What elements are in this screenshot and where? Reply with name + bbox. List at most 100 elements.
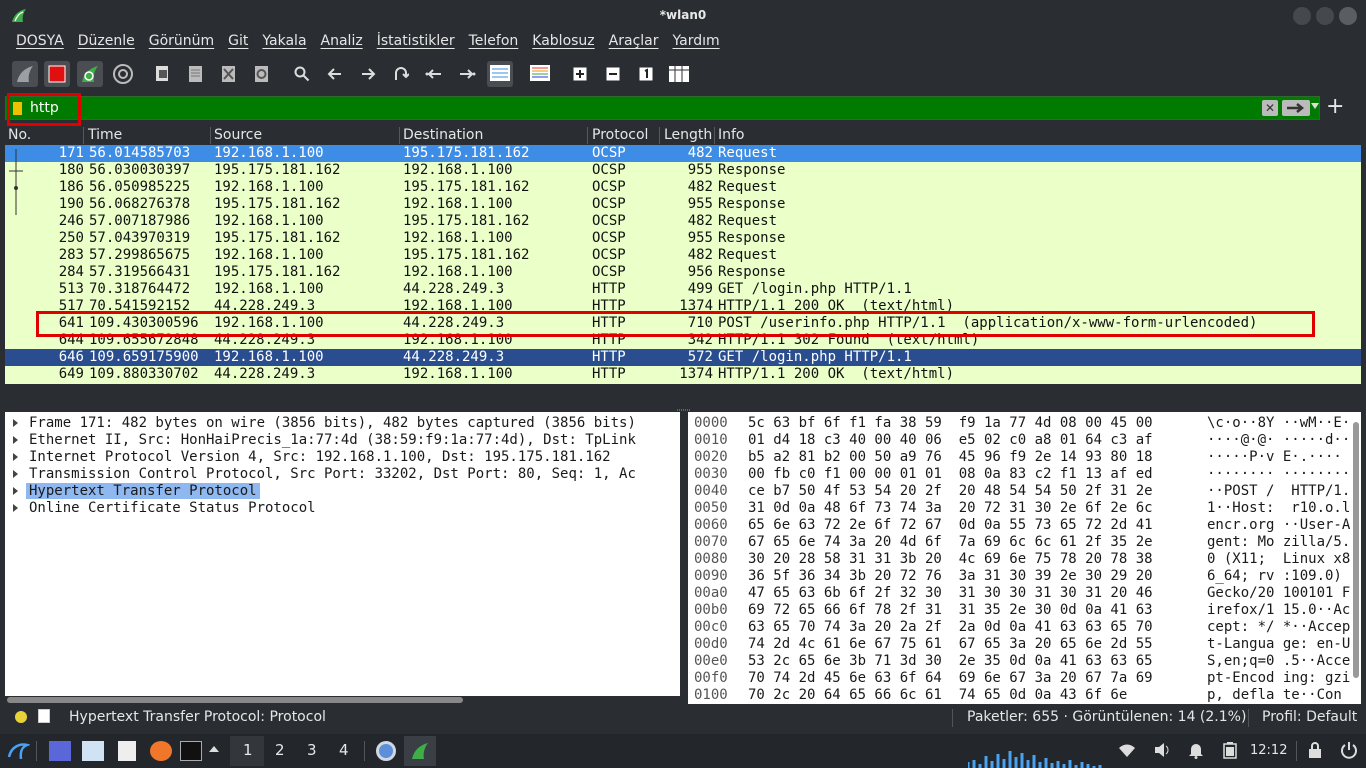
- bytes-hex[interactable]: 36 5f 36 34 3b 20 72 76 3a 31 30 39 2e 3…: [748, 568, 1153, 584]
- restart-capture-button[interactable]: [77, 61, 103, 87]
- bytes-asc[interactable]: pt-Encod ing: gzi: [1207, 670, 1350, 686]
- bytes-asc[interactable]: ··POST / HTTP/1.: [1207, 483, 1350, 499]
- power-icon[interactable]: [1340, 741, 1358, 761]
- clock[interactable]: 12:12: [1250, 743, 1287, 758]
- detail-tree-item[interactable]: Online Certificate Status Protocol: [5, 500, 680, 517]
- bytes-asc[interactable]: ········ ········: [1207, 466, 1350, 482]
- packet-row[interactable]: 180 56.030030397 195.175.181.162 192.168.1.…: [5, 162, 1361, 179]
- kali-menu-icon[interactable]: [6, 739, 30, 759]
- expand-arrow-icon[interactable]: [13, 453, 18, 461]
- bytes-asc[interactable]: t-Langua ge: en-U: [1207, 636, 1350, 652]
- column-header-time[interactable]: Time: [88, 127, 122, 143]
- bytes-hex[interactable]: 74 2d 4c 61 6e 67 75 61 67 65 3a 20 65 6…: [748, 636, 1153, 652]
- display-filter-input[interactable]: [30, 98, 830, 118]
- bytes-hex[interactable]: 00 fb c0 f1 00 00 01 01 08 0a 83 c2 f1 1…: [748, 466, 1153, 482]
- bytes-hex[interactable]: 70 2c 20 64 65 66 6c 61 74 65 0d 0a 43 6…: [748, 687, 1127, 703]
- pane-splitter[interactable]: [680, 412, 688, 704]
- lock-icon[interactable]: [1308, 741, 1322, 761]
- menu-view[interactable]: Görünüm: [142, 31, 221, 55]
- bytes-scrollbar[interactable]: [1352, 418, 1360, 688]
- go-back-button[interactable]: [322, 61, 348, 87]
- bytes-hex[interactable]: 47 65 63 6b 6f 2f 32 30 31 30 30 31 30 3…: [748, 585, 1153, 601]
- bytes-hex[interactable]: b5 a2 81 b2 00 50 a9 76 45 96 f9 2e 14 9…: [748, 449, 1153, 465]
- packet-row[interactable]: 649 109.880330702 44.228.249.3 192.168.1.10…: [5, 366, 1361, 383]
- firefox-icon[interactable]: [150, 741, 172, 761]
- bytes-asc[interactable]: gent: Mo zilla/5.: [1207, 534, 1350, 550]
- details-scrollbar[interactable]: [5, 696, 680, 704]
- open-file-button[interactable]: [150, 61, 176, 87]
- workspace-4[interactable]: 4: [339, 741, 349, 759]
- column-header-no[interactable]: No.: [8, 127, 31, 143]
- resize-columns-button[interactable]: [666, 61, 692, 87]
- text-editor-icon[interactable]: [118, 741, 136, 761]
- column-header-destination[interactable]: Destination: [403, 127, 483, 143]
- bytes-asc[interactable]: ·····P·v E·.····: [1207, 449, 1342, 465]
- column-header-length[interactable]: Length: [664, 127, 712, 143]
- apply-filter-button[interactable]: [1282, 100, 1310, 116]
- add-filter-button-icon[interactable]: +: [1326, 96, 1346, 118]
- save-file-button[interactable]: [183, 61, 209, 87]
- colorize-button[interactable]: [527, 61, 553, 87]
- packet-row[interactable]: 186 56.050985225 192.168.1.100 195.175.181.…: [5, 179, 1361, 196]
- bytes-asc[interactable]: encr.org ··User-A: [1207, 517, 1350, 533]
- capture-options-button[interactable]: [110, 61, 136, 87]
- clear-filter-icon[interactable]: ✕: [1262, 100, 1278, 116]
- stop-capture-button[interactable]: [44, 61, 70, 87]
- detail-tree-item[interactable]: Internet Protocol Version 4, Src: 192.16…: [5, 449, 680, 466]
- expand-arrow-icon[interactable]: [13, 487, 18, 495]
- file-manager-icon[interactable]: [82, 741, 104, 761]
- packet-row[interactable]: 246 57.007187986 192.168.1.100 195.175.181.…: [5, 213, 1361, 230]
- profile-label[interactable]: Profil: Default: [1262, 709, 1357, 725]
- bytes-hex[interactable]: 63 65 70 74 3a 20 2a 2f 2a 0d 0a 41 63 6…: [748, 619, 1153, 635]
- bytes-asc[interactable]: p, defla te··Con: [1207, 687, 1342, 703]
- workspace-1[interactable]: 1: [243, 741, 253, 759]
- bytes-hex[interactable]: 01 d4 18 c3 40 00 40 06 e5 02 c0 a8 01 6…: [748, 432, 1153, 448]
- expand-arrow-icon[interactable]: [13, 504, 18, 512]
- menu-telephony[interactable]: Telefon: [462, 31, 526, 55]
- detail-tree-item[interactable]: Frame 171: 482 bytes on wire (3856 bits)…: [5, 415, 680, 432]
- menu-edit[interactable]: Düzenle: [71, 31, 142, 55]
- packet-row[interactable]: 641 109.430300596 192.168.1.100 44.228.249.…: [5, 315, 1361, 332]
- bytes-hex[interactable]: 31 0d 0a 48 6f 73 74 3a 20 72 31 30 2e 6…: [748, 500, 1153, 516]
- bytes-asc[interactable]: ····@·@· ·····d··: [1207, 432, 1350, 448]
- bell-icon[interactable]: [1188, 741, 1204, 761]
- normal-size-button[interactable]: [633, 61, 659, 87]
- menu-wireless[interactable]: Kablosuz: [525, 31, 601, 55]
- autoscroll-button[interactable]: [487, 61, 513, 87]
- packet-row[interactable]: 190 56.068276378 195.175.181.162 192.168.1.…: [5, 196, 1361, 213]
- packet-row[interactable]: 250 57.043970319 195.175.181.162 192.168.1.…: [5, 230, 1361, 247]
- bytes-asc[interactable]: 0 (X11; Linux x8: [1207, 551, 1350, 567]
- bytes-hex[interactable]: 69 72 65 66 6f 78 2f 31 31 35 2e 30 0d 0…: [748, 602, 1153, 618]
- packet-row[interactable]: 517 70.541592152 44.228.249.3 192.168.1.100…: [5, 298, 1361, 315]
- minimize-button[interactable]: [1293, 7, 1311, 25]
- volume-icon[interactable]: [1153, 741, 1171, 761]
- battery-icon[interactable]: [1223, 741, 1237, 761]
- close-file-button[interactable]: [216, 61, 242, 87]
- go-forward-button[interactable]: [355, 61, 381, 87]
- detail-tree-item[interactable]: Hypertext Transfer Protocol: [5, 483, 680, 500]
- bytes-hex[interactable]: ce b7 50 4f 53 54 20 2f 20 48 54 54 50 2…: [748, 483, 1153, 499]
- menu-help[interactable]: Yardım: [666, 31, 727, 55]
- bytes-hex[interactable]: 65 6e 63 72 2e 6f 72 67 0d 0a 55 73 65 7…: [748, 517, 1153, 533]
- first-packet-button[interactable]: [421, 61, 447, 87]
- menu-analyze[interactable]: Analiz: [314, 31, 370, 55]
- menu-file[interactable]: DOSYA: [9, 31, 71, 55]
- expert-info-icon[interactable]: [15, 711, 27, 723]
- bytes-asc[interactable]: 1··Host: r10.o.l: [1207, 500, 1350, 516]
- packet-row[interactable]: 284 57.319566431 195.175.181.162 192.168.1.…: [5, 264, 1361, 281]
- column-header-info[interactable]: Info: [718, 127, 745, 143]
- packet-row[interactable]: 171 56.014585703 192.168.1.100 195.175.181.…: [5, 145, 1361, 162]
- bookmark-icon[interactable]: [13, 102, 22, 115]
- chevron-up-icon[interactable]: [209, 746, 219, 752]
- packet-row[interactable]: 513 70.318764472 192.168.1.100 44.228.249.3…: [5, 281, 1361, 298]
- bytes-hex[interactable]: 5c 63 bf 6f f1 fa 38 59 f9 1a 77 4d 08 0…: [748, 415, 1153, 431]
- packet-row[interactable]: 283 57.299865675 192.168.1.100 195.175.181.…: [5, 247, 1361, 264]
- zoom-out-button[interactable]: [600, 61, 626, 87]
- packet-row[interactable]: 646 109.659175900 192.168.1.100 44.228.249.…: [5, 349, 1361, 366]
- detail-tree-item[interactable]: Ethernet II, Src: HonHaiPrecis_1a:77:4d …: [5, 432, 680, 449]
- column-header-source[interactable]: Source: [214, 127, 262, 143]
- start-capture-button[interactable]: [12, 61, 38, 87]
- workspace-2[interactable]: 2: [275, 741, 285, 759]
- bytes-hex[interactable]: 67 65 6e 74 3a 20 4d 6f 7a 69 6c 6c 61 2…: [748, 534, 1153, 550]
- bytes-hex[interactable]: 53 2c 65 6e 3b 71 3d 30 2e 35 0d 0a 41 6…: [748, 653, 1153, 669]
